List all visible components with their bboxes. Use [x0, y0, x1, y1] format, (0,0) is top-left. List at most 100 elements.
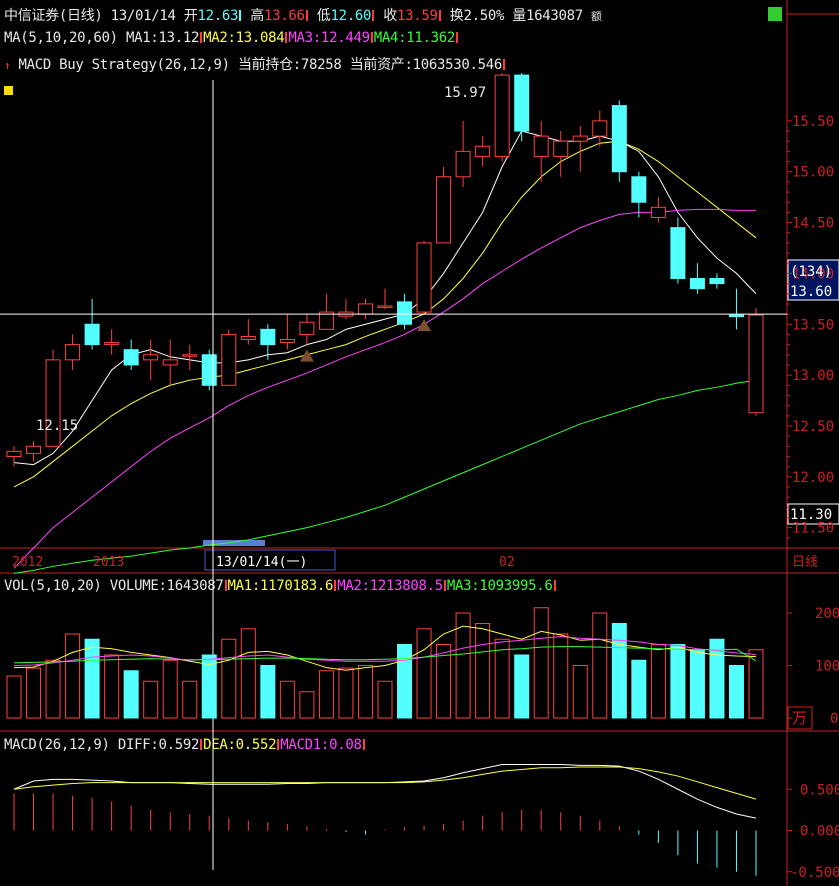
zoom-icon	[4, 86, 13, 95]
volume-bar	[748, 649, 764, 719]
candle-body	[143, 354, 159, 361]
volume-bar	[65, 633, 81, 719]
volume-bar	[123, 670, 139, 719]
candle-body	[123, 349, 139, 366]
cursor-count-label: (134)	[790, 264, 832, 280]
candle-body	[728, 314, 744, 318]
candle-body	[318, 311, 334, 330]
volume-bar	[397, 644, 413, 719]
price-tick-label: 15.50	[792, 114, 834, 130]
volume-bar	[104, 654, 120, 719]
peak-label: 15.97	[444, 85, 486, 101]
period-button-label[interactable]: 日线	[792, 555, 818, 570]
candle-body	[670, 227, 686, 279]
chart-svg: 15.5015.0014.5014.0013.5013.0012.5012.00…	[0, 0, 839, 886]
volume-bar	[338, 667, 354, 719]
volume-bar	[182, 680, 198, 719]
trough-label: 12.15	[36, 418, 78, 434]
price-tick-label: 12.00	[792, 470, 834, 486]
candle-body	[299, 321, 315, 335]
candle-body	[514, 74, 530, 132]
volume-bar	[162, 659, 178, 719]
volume-bar	[611, 623, 627, 719]
year-2013-label: 2013	[93, 555, 124, 570]
candle-body	[436, 176, 452, 244]
vol-tick-label: 0	[830, 711, 838, 727]
macd-tick-label: -0.500	[790, 865, 839, 881]
unit-label: 万	[792, 709, 807, 727]
vol-tick-label: 200	[815, 606, 839, 622]
month-02-label: 02	[499, 555, 515, 570]
candle-body	[494, 74, 510, 157]
price-tick-label: 13.50	[792, 317, 834, 333]
year-2012-label: 2012	[12, 555, 43, 570]
volume-bar	[650, 644, 666, 719]
candle-body	[201, 354, 217, 386]
candle-body	[475, 145, 491, 157]
candle-body	[26, 445, 42, 454]
candle-body	[689, 277, 705, 290]
price-tick-label: 12.50	[792, 419, 834, 435]
volume-bar	[143, 680, 159, 719]
volume-bar	[357, 665, 373, 719]
ma-line-ma3	[13, 208, 756, 569]
volume-bar	[455, 612, 471, 719]
candle-body	[260, 328, 276, 346]
volume-bar	[6, 675, 22, 719]
candle-body	[748, 314, 764, 414]
candle-body	[416, 242, 432, 313]
macd-dea-line	[13, 766, 757, 800]
candle-body	[240, 335, 256, 341]
volume-bar	[631, 659, 647, 719]
candle-body	[6, 450, 22, 457]
chart-stage: 中信证券(日线) 13/01/14 开12.63 高13.66 低12.60 收…	[0, 0, 839, 886]
candle-body	[611, 105, 627, 173]
candle-body	[397, 301, 413, 325]
volume-bar	[26, 667, 42, 719]
volume-bar	[689, 649, 705, 719]
macd-tick-label: 0.500	[800, 782, 839, 798]
candle-body	[592, 120, 608, 137]
candle-body	[104, 342, 120, 346]
price-tick-label: 14.50	[792, 216, 834, 232]
price-tick-label: 11.50	[792, 521, 834, 537]
volume-bar	[84, 638, 100, 719]
settings-icon	[768, 7, 782, 21]
candle-body	[279, 339, 295, 344]
volume-bar	[572, 665, 588, 719]
volume-bar	[240, 628, 256, 719]
candle-body	[553, 140, 569, 157]
candle-body	[182, 354, 198, 357]
vol-tick-label: 100	[815, 659, 839, 675]
volume-bar	[377, 680, 393, 719]
candle-body	[572, 135, 588, 142]
volume-bar	[416, 628, 432, 719]
volume-bar	[728, 665, 744, 719]
cursor-price-label: 13.60	[790, 284, 832, 300]
candle-body	[65, 344, 81, 361]
volume-bar	[318, 670, 334, 719]
candle-body	[650, 206, 666, 218]
volume-bar	[45, 659, 61, 719]
candle-body	[455, 150, 471, 178]
last-price-label: 11.30	[790, 507, 832, 523]
volume-bar	[670, 644, 686, 719]
cursor-date-label: 13/01/14(一)	[216, 555, 307, 570]
candle-body	[84, 323, 100, 346]
volume-bar	[221, 638, 237, 719]
volume-bar	[279, 680, 295, 719]
candle-body	[162, 359, 178, 366]
candle-body	[533, 135, 549, 157]
candle-body	[357, 303, 373, 315]
candle-body	[377, 305, 393, 308]
macd-tick-label: 0.000	[800, 824, 839, 840]
volume-bar	[260, 665, 276, 719]
ma-line-ma4	[13, 379, 757, 574]
volume-bar	[475, 623, 491, 719]
volume-bar	[592, 612, 608, 719]
volume-bar	[514, 654, 530, 719]
price-tick-label: 15.00	[792, 165, 834, 181]
candle-body	[221, 333, 237, 386]
candle-body	[631, 176, 647, 203]
candle-body	[709, 277, 725, 285]
